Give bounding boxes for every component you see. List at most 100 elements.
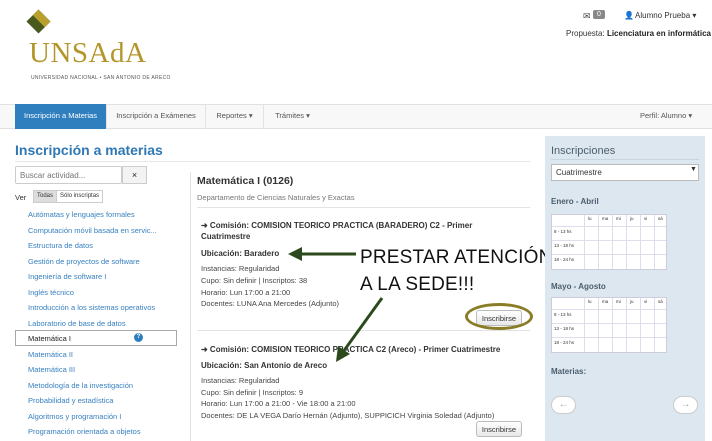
commission-instances: Instancias: Regularidad <box>201 264 280 273</box>
grid-line <box>626 215 627 269</box>
grid-line <box>626 298 627 352</box>
divider <box>197 330 530 331</box>
search-input[interactable] <box>15 166 122 184</box>
grid-line <box>612 298 613 352</box>
nav-inscripcion-materias[interactable]: Inscripción a Materias <box>15 104 107 129</box>
annotation-line-1: PRESTAR ATENCIÓN <box>360 247 553 268</box>
chevron-down-icon: ▾ <box>692 11 697 20</box>
user-icon: 👤 <box>624 11 634 20</box>
commission-teachers: Docentes: DE LA VEGA Darío Hernán (Adjun… <box>201 411 495 420</box>
commission-quota: Cupo: Sin definir | Inscriptos: 38 <box>201 276 308 285</box>
commission-location: Ubicación: San Antonio de Areco <box>201 361 328 370</box>
panel-title: Inscripciones <box>551 145 616 157</box>
day-header: lu <box>588 216 592 221</box>
commission-teachers: Docentes: LUNA Ana Mercedes (Adjunto) <box>201 299 339 308</box>
section-mayo-agosto: Mayo - Agosto <box>551 282 606 291</box>
page-title: Inscripción a materias <box>15 142 163 158</box>
activity-item[interactable]: Matemática II <box>28 350 73 364</box>
commission-schedule: Horario: Lun 17:00 a 21:00 - Vie 18:00 a… <box>201 399 356 408</box>
grid-line <box>584 298 585 352</box>
day-header: vi <box>644 216 648 221</box>
user-menu[interactable]: Alumno Prueba ▾ <box>635 11 696 20</box>
activity-item[interactable]: Introducción a los sistemas operativos <box>28 303 155 317</box>
grid-line <box>640 215 641 269</box>
commission-title: ➜ Comisión: COMISION TEORICO PRACTICA (B… <box>201 221 473 241</box>
grid-line <box>552 337 666 338</box>
logo-text: UNSAdA <box>29 37 147 69</box>
divider <box>190 172 191 441</box>
grid-line <box>552 254 666 255</box>
activity-item[interactable]: Programación orientada a objetos <box>28 427 141 441</box>
activity-item[interactable]: Autómatas y lenguajes formales <box>28 210 135 224</box>
nav-inscripcion-examenes[interactable]: Inscripción a Exámenes <box>107 104 206 129</box>
period-select[interactable]: Cuatrimestre <box>551 164 699 181</box>
grid-line <box>654 298 655 352</box>
commission-title: ➜ Comisión: COMISION TEORICO PRACTICA C2… <box>201 345 501 354</box>
commission-schedule: Horario: Lun 17:00 a 21:00 <box>201 288 291 297</box>
annotation-line-2: A LA SEDE!!! <box>360 274 475 295</box>
commission-quota: Cupo: Sin definir | Inscriptos: 9 <box>201 388 303 397</box>
day-header: ju <box>630 216 634 221</box>
grid-line <box>552 240 666 241</box>
commission-instances: Instancias: Regularidad <box>201 376 280 385</box>
ver-label: Ver <box>15 193 27 202</box>
filter-enrolled-button[interactable]: Sólo inscriptas <box>57 191 102 202</box>
filter-all-button[interactable]: Todas <box>34 191 58 202</box>
divider <box>197 207 530 208</box>
grid-line <box>552 226 666 227</box>
time-slot-label: 18 - 24 hs <box>554 340 575 345</box>
propuesta-label: Propuesta: <box>566 29 605 38</box>
activity-item[interactable]: Probabilidad y estadística <box>28 396 113 410</box>
clear-icon[interactable]: × <box>122 166 147 184</box>
grid-line <box>612 215 613 269</box>
activity-item[interactable]: Ingeniería de software I <box>28 272 106 286</box>
time-slot-label: 18 - 24 hs <box>554 257 575 262</box>
day-header: mi <box>616 216 621 221</box>
course-title: Matemática I (0126) <box>197 175 294 187</box>
messages-badge[interactable]: 0 <box>593 10 605 19</box>
activity-item[interactable]: Gestión de proyectos de software <box>28 257 140 271</box>
commission-location: Ubicación: Baradero <box>201 249 280 258</box>
department: Departamento de Ciencias Naturales y Exa… <box>197 193 355 202</box>
activity-item[interactable]: Computación móvil basada en servic... <box>28 226 157 240</box>
prev-button[interactable]: ← <box>551 396 576 414</box>
nav-tramites[interactable]: Trámites ▾ <box>264 104 321 129</box>
annotation-arrowhead-1 <box>288 247 302 261</box>
activity-item[interactable]: Matemática III <box>28 365 75 379</box>
grid-line <box>584 215 585 269</box>
grid-line <box>552 309 666 310</box>
time-slot-label: 8 - 13 hs <box>554 229 572 234</box>
section-enero-abril: Enero - Abril <box>551 197 599 206</box>
day-header: sá <box>658 299 663 304</box>
grid-line <box>598 215 599 269</box>
divider <box>551 159 699 160</box>
nav-reportes[interactable]: Reportes ▾ <box>206 104 264 129</box>
annotation-text: PRESTAR ATENCIÓN A LA SEDE!!! <box>360 244 553 298</box>
time-slot-label: 13 - 18 hs <box>554 243 575 248</box>
grid-line <box>598 298 599 352</box>
help-icon[interactable]: ? <box>134 333 143 342</box>
day-header: ma <box>602 216 609 221</box>
activity-item[interactable]: Matemática I <box>28 334 71 348</box>
next-button[interactable]: → <box>673 396 698 414</box>
materias-label: Materias: <box>551 367 587 376</box>
activity-item[interactable]: Estructura de datos <box>28 241 93 255</box>
activity-item[interactable]: Metodología de la investigación <box>28 381 133 395</box>
mail-icon[interactable]: ✉ <box>583 11 591 22</box>
enroll-button[interactable]: Inscribirse <box>476 421 522 437</box>
activity-item[interactable]: Inglés técnico <box>28 288 74 302</box>
propuesta-value: Licenciatura en informática <box>606 29 711 38</box>
filter-group: Todas Sólo inscriptas <box>33 190 104 203</box>
time-slot-label: 13 - 18 hs <box>554 326 575 331</box>
chevron-down-icon: ▼ <box>690 166 697 173</box>
day-header: ma <box>602 299 609 304</box>
grid-line <box>654 215 655 269</box>
activity-item[interactable]: Algoritmos y programación I <box>28 412 121 426</box>
activity-item[interactable]: Laboratorio de base de datos <box>28 319 126 333</box>
grid-line <box>640 298 641 352</box>
perfil-menu[interactable]: Perfil: Alumno ▾ <box>640 104 692 129</box>
day-header: lu <box>588 299 592 304</box>
logo-icon <box>26 9 51 34</box>
grid-line <box>552 323 666 324</box>
schedule-grid: lu ma mi ju vi sá 8 - 13 hs 13 - 18 hs 18 - 24 h… <box>551 214 667 270</box>
